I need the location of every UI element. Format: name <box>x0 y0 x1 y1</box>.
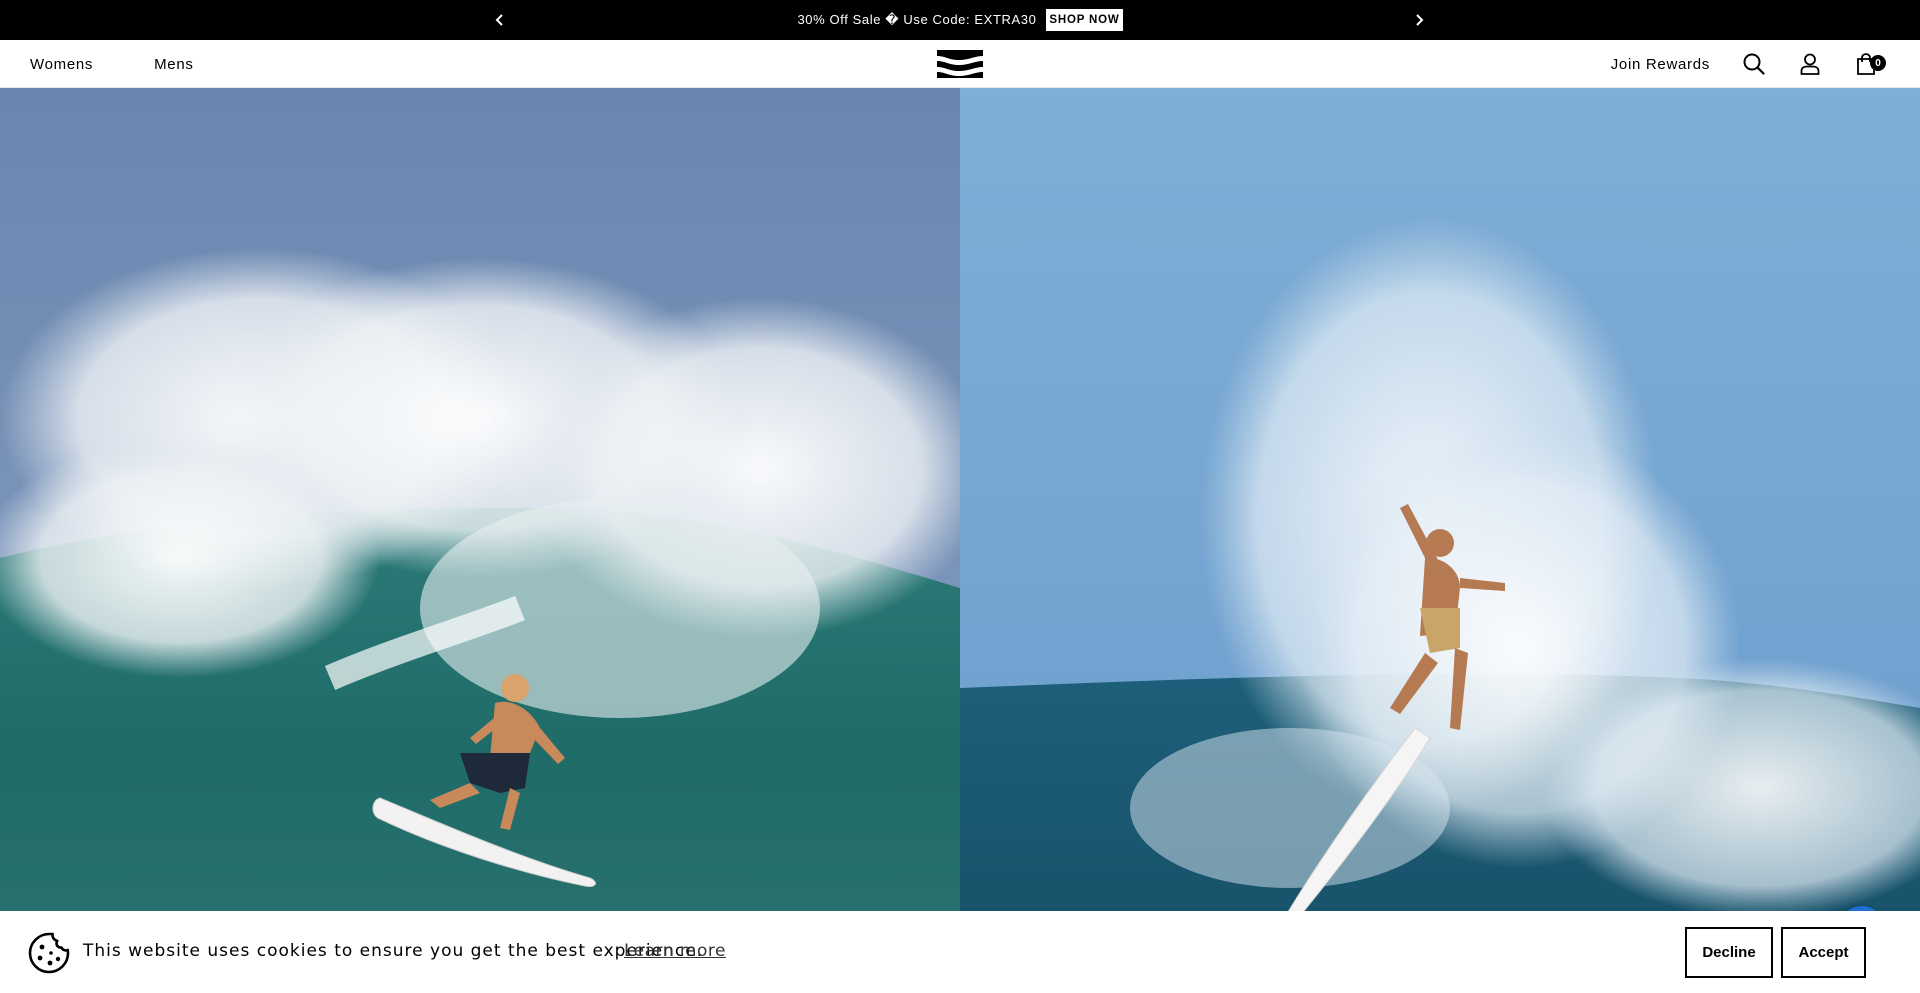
womens-surf-image[interactable] <box>960 88 1920 993</box>
hero-section <box>0 88 1920 993</box>
learn-more-link[interactable]: Learn more <box>624 941 726 961</box>
account-icon[interactable] <box>1798 52 1822 76</box>
site-header: Womens Mens Join Rewards 0 <box>0 40 1920 88</box>
nav-link-womens[interactable]: Womens <box>30 56 93 73</box>
cart-count-badge: 0 <box>1870 55 1886 71</box>
billabong-logo-icon[interactable] <box>935 47 985 81</box>
cart-icon[interactable]: 0 <box>1854 52 1886 76</box>
header-actions: Join Rewards 0 <box>1611 40 1886 88</box>
cookie-icon <box>28 932 70 974</box>
decline-button[interactable]: Decline <box>1685 927 1773 978</box>
cookie-message: This website uses cookies to ensure you … <box>83 941 704 961</box>
search-icon[interactable] <box>1742 52 1766 76</box>
join-rewards-link[interactable]: Join Rewards <box>1611 56 1710 73</box>
accept-button[interactable]: Accept <box>1781 927 1866 978</box>
announcement-text: 30% Off Sale � Use Code: EXTRA30 <box>797 12 1037 27</box>
main-nav: Womens Mens <box>30 40 194 88</box>
mens-surf-image[interactable] <box>0 88 960 993</box>
announcement-bar: 30% Off Sale � Use Code: EXTRA30 SHOP NO… <box>0 0 1920 40</box>
nav-link-mens[interactable]: Mens <box>154 56 193 73</box>
chevron-right-icon[interactable] <box>1407 8 1431 32</box>
cookie-banner: This website uses cookies to ensure you … <box>0 911 1920 993</box>
announcement-message-row: 30% Off Sale � Use Code: EXTRA30 SHOP NO… <box>0 0 1920 40</box>
shop-now-button[interactable]: SHOP NOW <box>1046 9 1123 31</box>
